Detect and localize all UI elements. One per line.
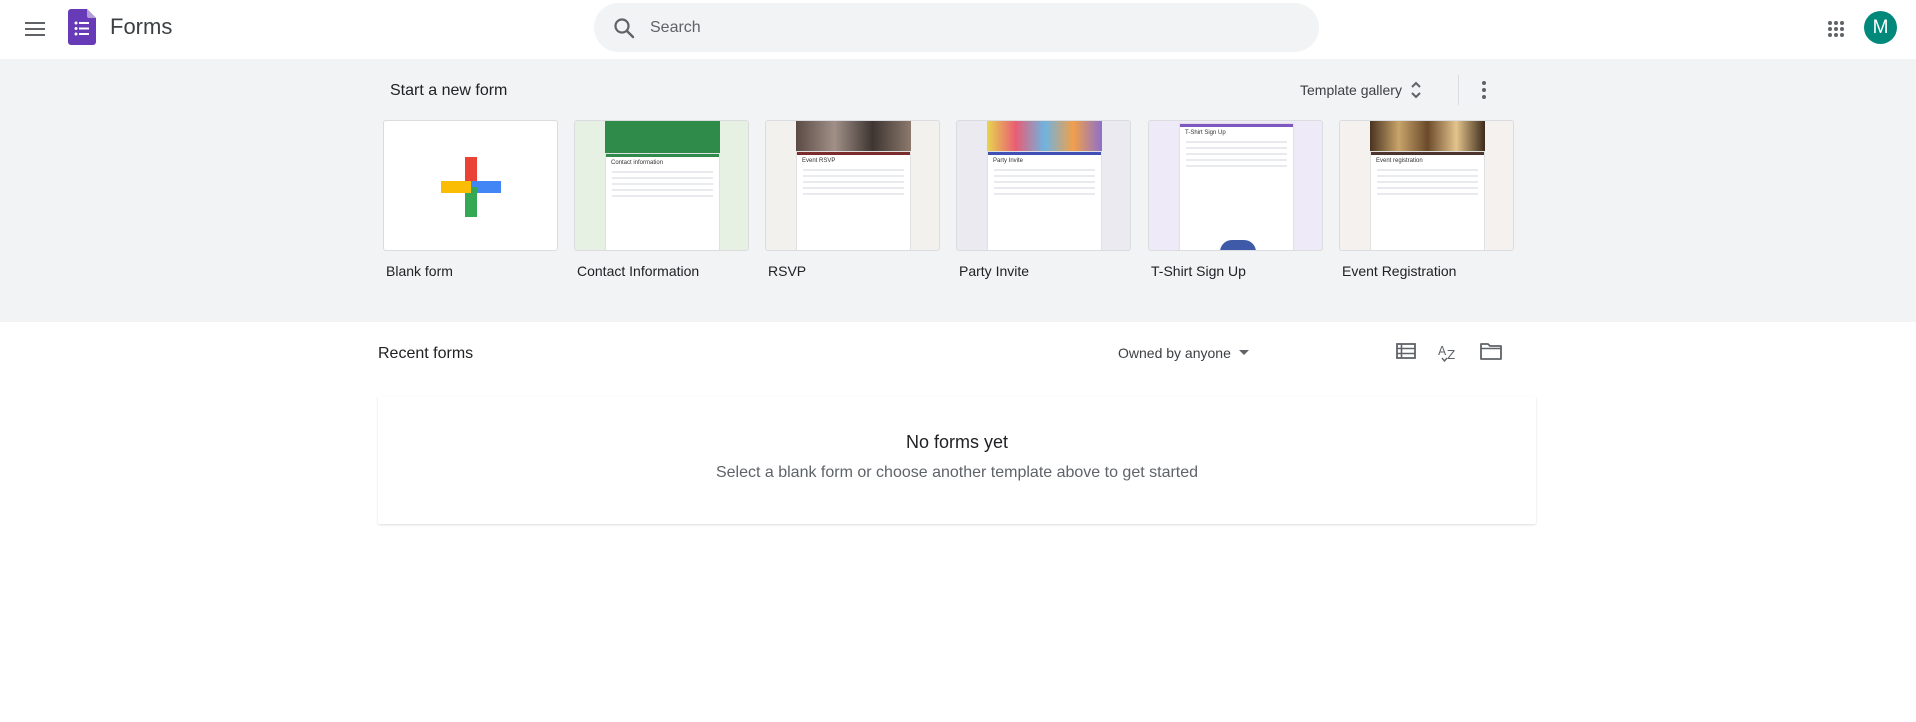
preview-title: Event RSVP <box>802 158 836 164</box>
top-app-bar: Forms M <box>0 0 1916 59</box>
template-gallery-label: Template gallery <box>1300 82 1402 98</box>
template-card-label: T-Shirt Sign Up <box>1151 263 1246 279</box>
search-input[interactable] <box>650 3 1290 52</box>
sort-button[interactable]: A Z <box>1433 336 1463 366</box>
svg-text:Z: Z <box>1447 348 1455 362</box>
search-icon[interactable] <box>612 16 636 40</box>
template-thumbnail[interactable]: Contact information <box>574 120 749 251</box>
header-image <box>987 121 1102 151</box>
more-vert-icon <box>1482 81 1486 99</box>
owner-filter-label: Owned by anyone <box>1118 345 1231 361</box>
template-thumbnail[interactable]: T-Shirt Sign Up <box>1148 120 1323 251</box>
template-card-t-shirt-sign-up[interactable]: T-Shirt Sign Up T-Shirt Sign Up <box>1148 120 1323 279</box>
template-card-label: Contact Information <box>577 263 700 279</box>
preview-form: Event RSVP <box>796 151 911 250</box>
template-card-label: Party Invite <box>959 263 1030 279</box>
account-avatar[interactable]: M <box>1864 11 1897 44</box>
apps-grid-icon <box>1828 21 1844 37</box>
template-section-title: Start a new form <box>390 82 508 99</box>
template-thumbnail[interactable]: Party Invite <box>956 120 1131 251</box>
hamburger-menu-icon <box>25 22 45 36</box>
app-title[interactable]: Forms <box>110 14 172 40</box>
preview-form: T-Shirt Sign Up <box>1179 123 1294 250</box>
toolbar-divider <box>1458 75 1459 105</box>
list-view-button[interactable] <box>1391 336 1421 366</box>
empty-state-subtitle: Select a blank form or choose another te… <box>715 464 1199 481</box>
forms-logo-icon[interactable] <box>68 9 96 45</box>
preview-title: Contact information <box>611 160 664 166</box>
preview-title: T-Shirt Sign Up <box>1185 130 1226 136</box>
preview-form: Party Invite <box>987 151 1102 250</box>
template-section: Start a new form Template gallery Blank … <box>0 59 1916 322</box>
template-thumbnail[interactable]: Event registration <box>1339 120 1514 251</box>
header-image <box>605 121 720 153</box>
sort-az-icon: A Z <box>1438 344 1455 362</box>
template-card-label: RSVP <box>768 263 807 279</box>
multicolor-plus-icon <box>441 157 501 217</box>
template-card-event-registration[interactable]: Event registration Event Registration <box>1339 120 1514 279</box>
template-card-rsvp[interactable]: Event RSVP RSVP <box>765 120 940 279</box>
header-image <box>1370 121 1485 151</box>
google-apps-button[interactable] <box>1819 12 1853 46</box>
preview-title: Party Invite <box>993 158 1024 164</box>
empty-state-title: No forms yet <box>905 432 1009 452</box>
list-view-icon <box>1396 343 1416 359</box>
preview-form: Event registration <box>1370 151 1485 250</box>
template-card-blank-form[interactable]: Blank form <box>383 120 558 279</box>
preview-title: Event registration <box>1376 158 1423 164</box>
template-card-contact-information[interactable]: Contact information Contact Information <box>574 120 749 279</box>
recent-forms-title: Recent forms <box>378 345 474 362</box>
template-thumbnail[interactable] <box>383 120 558 251</box>
preview-form: Contact information <box>605 153 720 250</box>
header-image <box>796 121 911 151</box>
unfold-more-icon <box>1411 81 1421 99</box>
template-card-label: Event Registration <box>1342 263 1457 279</box>
empty-state-card: No forms yet Select a blank form or choo… <box>378 396 1536 524</box>
dropdown-arrow-icon <box>1238 350 1249 355</box>
open-file-picker-button[interactable] <box>1476 336 1506 366</box>
template-thumbnail[interactable]: Event RSVP <box>765 120 940 251</box>
main-menu-button[interactable] <box>18 12 52 46</box>
search-bar[interactable] <box>594 3 1319 52</box>
template-card-label: Blank form <box>386 263 453 279</box>
svg-text:A: A <box>1438 344 1447 358</box>
folder-icon <box>1480 343 1502 360</box>
template-gallery-button[interactable]: Template gallery <box>1292 74 1430 106</box>
owner-filter-dropdown[interactable]: Owned by anyone <box>1118 340 1249 366</box>
template-card-party-invite[interactable]: Party Invite Party Invite <box>956 120 1131 279</box>
template-more-options-button[interactable] <box>1468 74 1500 106</box>
